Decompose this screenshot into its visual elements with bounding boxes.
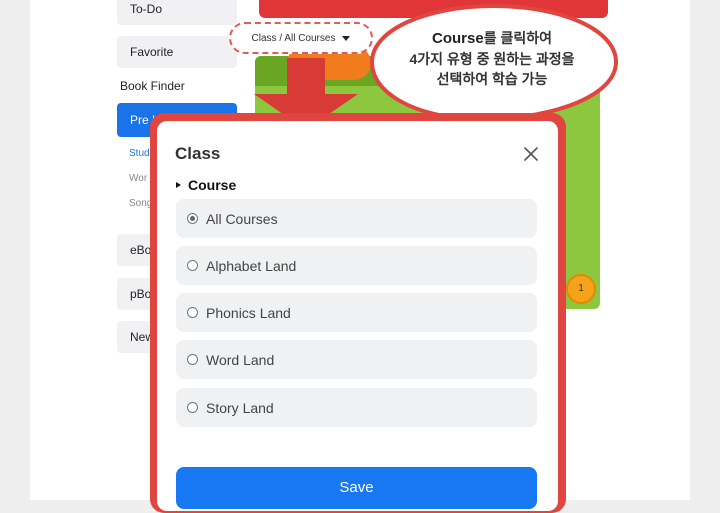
option-alphabet-land[interactable]: Alphabet Land [176, 246, 537, 285]
caret-down-icon [342, 35, 351, 41]
option-word-land[interactable]: Word Land [176, 340, 537, 379]
option-label: Phonics Land [206, 304, 291, 321]
radio-icon[interactable] [187, 213, 198, 224]
course-section-label: Course [176, 177, 236, 193]
level-badge: 1 [566, 274, 596, 304]
sidebar-subitem-student[interactable]: Stud [129, 148, 150, 159]
option-label: Story Land [206, 399, 274, 416]
radio-icon[interactable] [187, 260, 198, 271]
radio-icon[interactable] [187, 354, 198, 365]
triangle-right-icon [176, 182, 181, 188]
modal-title: Class [175, 144, 221, 163]
class-course-dropdown[interactable]: Class / All Courses [229, 22, 373, 54]
sidebar-subitem-song[interactable]: Song [129, 198, 152, 209]
class-course-dropdown-label: Class / All Courses [251, 32, 336, 44]
sidebar-item-todo[interactable]: To-Do [117, 0, 237, 25]
callout-line1: 를 클릭하여 [483, 30, 552, 46]
callout-line3: 선택하여 학습 가능 [436, 71, 548, 87]
option-label: Alphabet Land [206, 257, 297, 274]
close-icon [524, 147, 538, 161]
save-button[interactable]: Save [176, 467, 537, 509]
radio-icon[interactable] [187, 307, 198, 318]
sidebar-subitem-word[interactable]: Wor [129, 173, 147, 184]
option-label: Word Land [206, 351, 275, 368]
sidebar-heading-book-finder: Book Finder [120, 79, 185, 93]
callout-keyword: Course [432, 30, 484, 47]
option-label: All Courses [206, 210, 278, 227]
callout-line2: 4가지 유형 중 원하는 과정을 [409, 51, 575, 67]
callout-text: Course를 클릭하여 4가지 유형 중 원하는 과정을 선택하여 학습 가능 [372, 28, 612, 89]
close-button[interactable] [520, 143, 542, 165]
sidebar-item-favorite[interactable]: Favorite [117, 36, 237, 68]
radio-icon[interactable] [187, 402, 198, 413]
course-section-text: Course [188, 177, 237, 193]
option-story-land[interactable]: Story Land [176, 388, 537, 427]
option-all-courses[interactable]: All Courses [176, 199, 537, 238]
option-phonics-land[interactable]: Phonics Land [176, 293, 537, 332]
